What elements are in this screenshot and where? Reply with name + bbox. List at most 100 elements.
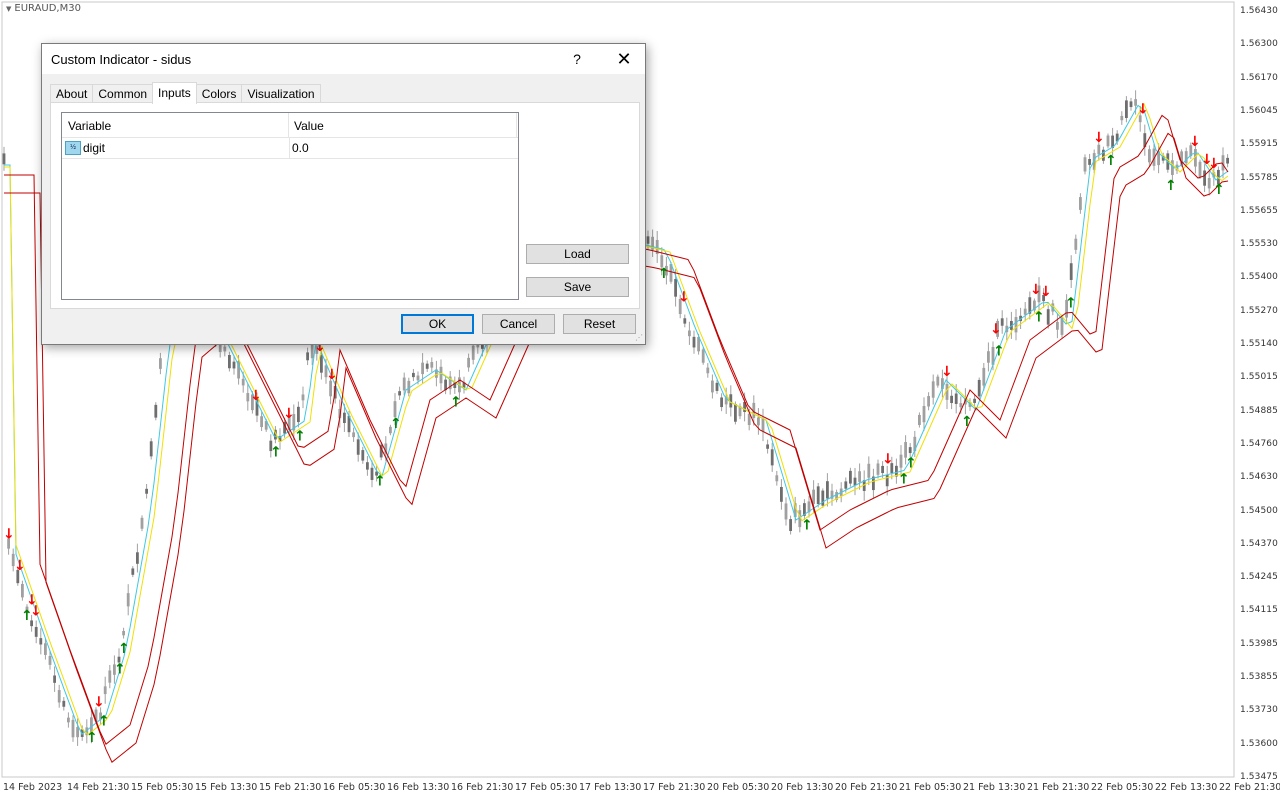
buy-arrow-icon: ↑ xyxy=(390,416,402,432)
sell-arrow-icon: ↓ xyxy=(1189,134,1201,150)
reset-button[interactable]: Reset xyxy=(563,314,636,334)
candle-body xyxy=(145,488,148,494)
tab-inputs[interactable]: Inputs xyxy=(152,82,197,104)
candle-body xyxy=(770,449,774,466)
buy-arrow-icon: ↑ xyxy=(114,661,126,677)
candle-body xyxy=(1203,170,1206,186)
price-tick-label: 1.55270 xyxy=(1240,305,1278,316)
price-tick-label: 1.54885 xyxy=(1240,405,1278,416)
candle-body xyxy=(701,349,705,363)
time-tick-label: 16 Feb 21:30 xyxy=(451,782,514,793)
candle-body xyxy=(232,361,236,369)
candle-body xyxy=(1083,157,1087,172)
time-tick-label: 16 Feb 05:30 xyxy=(323,782,386,793)
time-tick-label: 22 Feb 13:30 xyxy=(1155,782,1218,793)
dialog-titlebar[interactable]: Custom Indicator - sidus ? ✕ xyxy=(42,44,645,74)
close-button[interactable]: ✕ xyxy=(604,44,644,74)
candle-body xyxy=(467,357,470,368)
buy-arrow-icon: ↑ xyxy=(801,517,813,533)
time-tick-label: 14 Feb 2023 xyxy=(3,782,63,793)
ok-button[interactable]: OK xyxy=(401,314,474,334)
candle-body xyxy=(1069,263,1073,280)
buy-arrow-icon: ↑ xyxy=(1165,178,1177,194)
tab-about[interactable]: About xyxy=(50,84,94,104)
sell-arrow-icon: ↓ xyxy=(990,321,1002,337)
candle-body xyxy=(711,380,714,393)
candle-body xyxy=(867,463,871,478)
price-tick-label: 1.54760 xyxy=(1240,438,1278,449)
buy-arrow-icon: ↑ xyxy=(905,456,917,472)
candle-body xyxy=(44,643,47,655)
candle-body xyxy=(34,626,38,637)
candle-body xyxy=(761,418,765,432)
price-tick-label: 1.55915 xyxy=(1240,139,1278,150)
price-tick-label: 1.53475 xyxy=(1240,771,1278,782)
candle-body xyxy=(922,406,926,423)
custom-indicator-dialog: Custom Indicator - sidus ? ✕ About Commo… xyxy=(41,43,646,345)
resize-grip-icon[interactable]: ⋰ xyxy=(635,334,643,342)
column-header-value[interactable]: Value xyxy=(294,119,324,133)
price-tick-label: 1.55015 xyxy=(1240,372,1278,383)
candle-body xyxy=(103,686,107,695)
candle-body xyxy=(954,393,958,404)
price-tick-label: 1.55140 xyxy=(1240,339,1278,349)
candle-body xyxy=(826,481,829,499)
candle-body xyxy=(1079,197,1082,210)
candle-body xyxy=(343,412,346,424)
time-tick-label: 15 Feb 13:30 xyxy=(195,782,258,793)
candle-body xyxy=(1120,115,1124,121)
time-tick-label: 20 Feb 05:30 xyxy=(707,782,770,793)
candle-body xyxy=(398,391,401,396)
tab-common[interactable]: Common xyxy=(92,84,154,104)
buy-arrow-icon: ↑ xyxy=(98,713,110,729)
cancel-button[interactable]: Cancel xyxy=(482,314,555,334)
candle-body xyxy=(706,367,710,374)
candle-body xyxy=(780,486,783,502)
save-button[interactable]: Save xyxy=(526,277,629,297)
load-button[interactable]: Load xyxy=(526,244,629,264)
candle-body xyxy=(766,444,769,449)
candle-body xyxy=(393,401,397,418)
time-tick-label: 20 Feb 13:30 xyxy=(771,782,834,793)
price-tick-label: 1.55785 xyxy=(1240,172,1278,183)
candle-body xyxy=(876,463,880,475)
help-button[interactable]: ? xyxy=(562,44,592,74)
dialog-title: Custom Indicator - sidus xyxy=(51,52,192,67)
variable-name: digit xyxy=(83,141,106,155)
candle-body xyxy=(228,355,231,369)
price-tick-label: 1.56045 xyxy=(1240,105,1278,116)
price-tick-label: 1.54245 xyxy=(1240,572,1278,583)
candle-body xyxy=(775,475,779,482)
cell-divider xyxy=(289,138,290,158)
candle-body xyxy=(76,727,79,738)
column-divider[interactable] xyxy=(288,113,289,137)
candle-body xyxy=(1207,178,1211,189)
candle-body xyxy=(297,406,300,423)
inputs-panel: Variable Value ½ digit 0.0 Load Save xyxy=(50,102,640,309)
chart-symbol-label: ▼ EURAUD,M30 xyxy=(6,3,81,14)
variable-value[interactable]: 0.0 xyxy=(292,141,309,155)
column-divider[interactable] xyxy=(516,113,517,137)
price-tick-label: 1.56300 xyxy=(1240,39,1278,50)
buy-arrow-icon: ↑ xyxy=(1033,310,1045,326)
column-header-variable[interactable]: Variable xyxy=(68,119,111,133)
candle-body xyxy=(899,454,903,468)
candle-body xyxy=(136,552,139,564)
candle-body xyxy=(646,236,650,244)
candle-body xyxy=(1129,101,1133,108)
double-type-icon: ½ xyxy=(65,141,81,155)
candle-body xyxy=(370,467,374,480)
table-row[interactable]: ½ digit 0.0 xyxy=(62,138,518,159)
price-tick-label: 1.53600 xyxy=(1240,738,1278,749)
time-tick-label: 14 Feb 21:30 xyxy=(67,782,130,793)
candle-body xyxy=(959,403,963,408)
tab-colors[interactable]: Colors xyxy=(195,84,243,104)
sell-arrow-icon: ↓ xyxy=(283,406,295,422)
candle-body xyxy=(421,362,424,375)
tab-visualization[interactable]: Visualization xyxy=(241,84,321,104)
candle-body xyxy=(62,700,66,707)
candle-body xyxy=(1046,309,1050,325)
candle-body xyxy=(471,345,475,360)
candle-body xyxy=(149,441,153,457)
sell-arrow-icon: ↓ xyxy=(1208,156,1220,172)
